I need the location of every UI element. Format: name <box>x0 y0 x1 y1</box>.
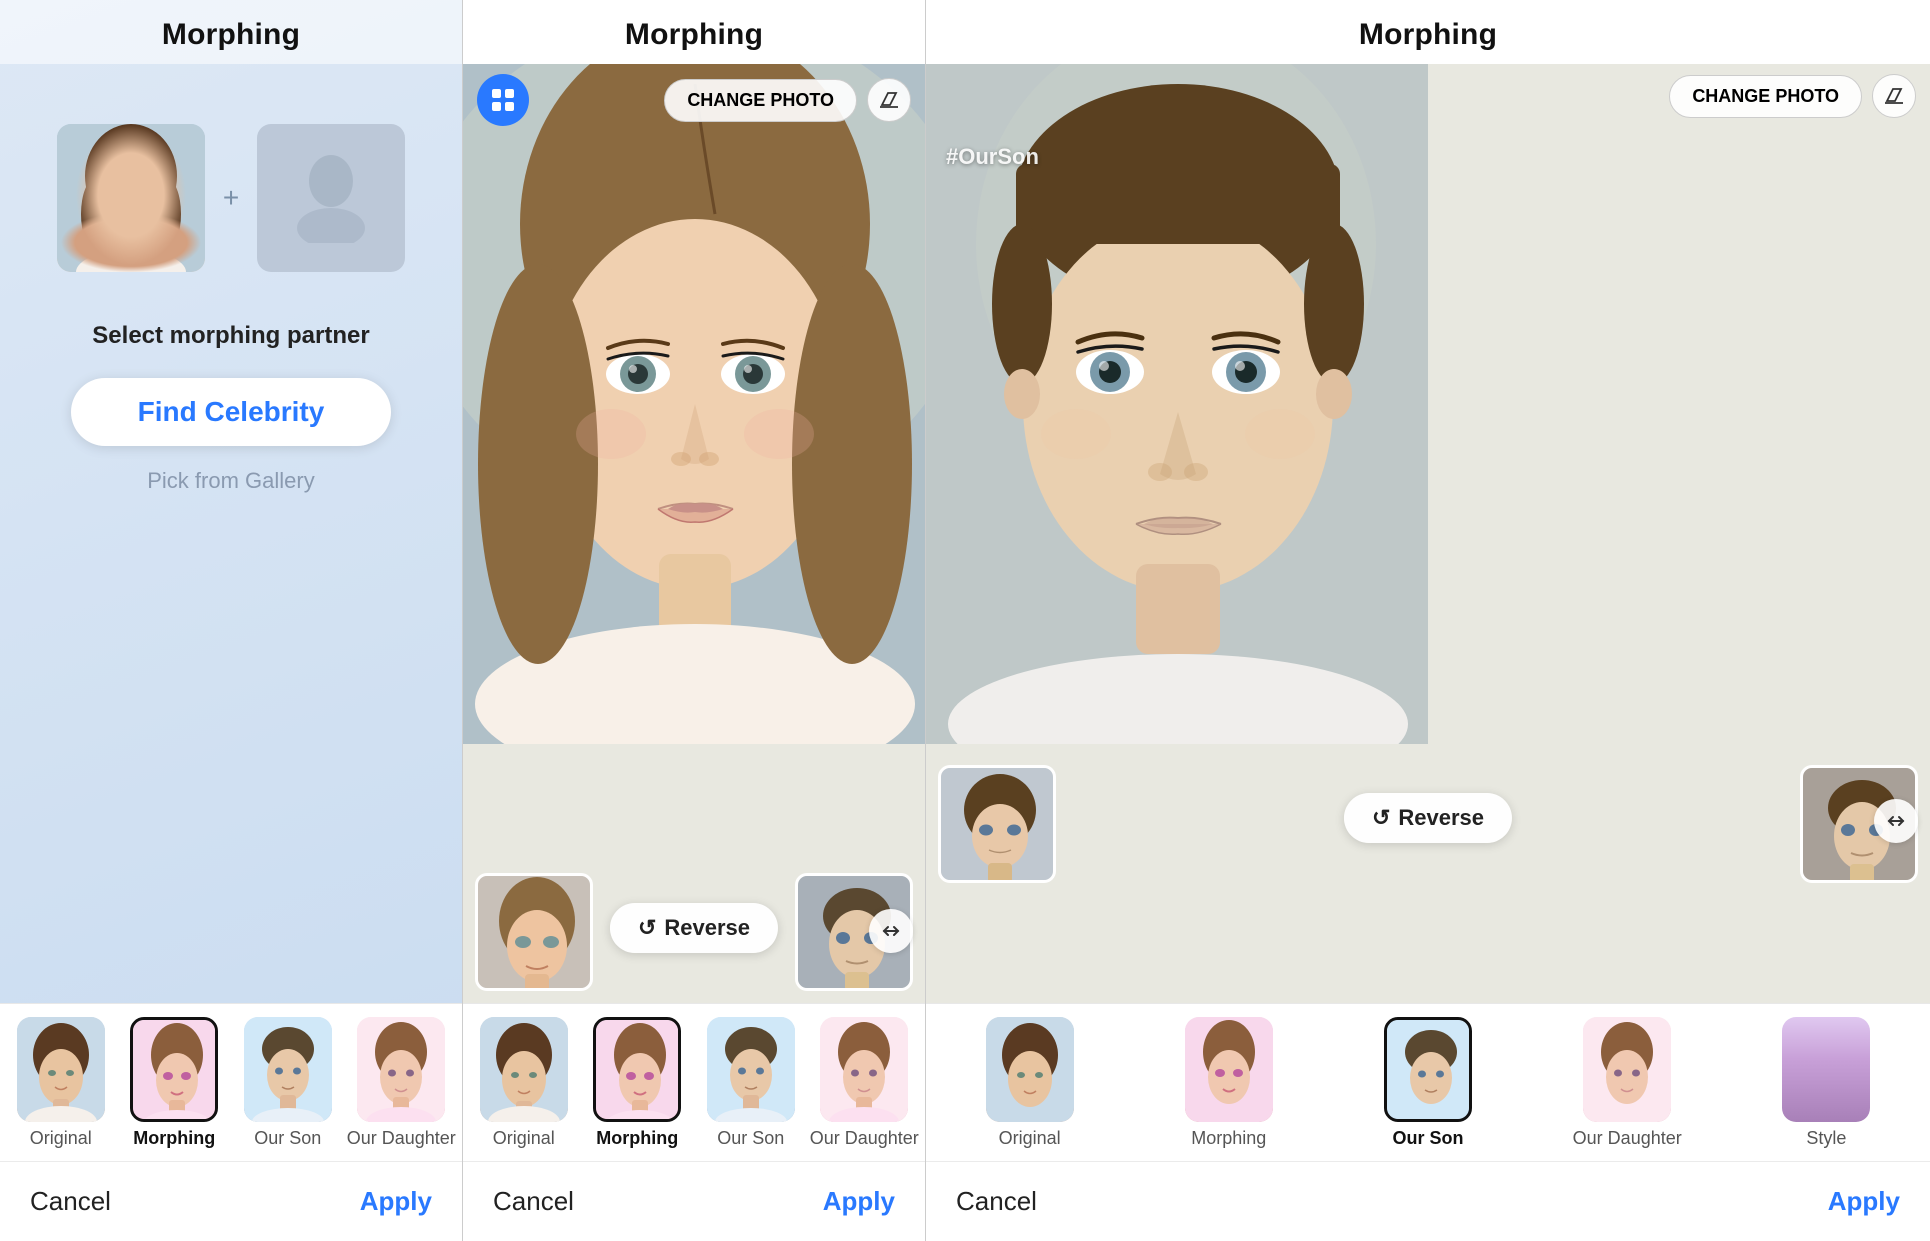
panel-2-top-bar: CHANGE PHOTO <box>463 64 925 136</box>
tab-morphing-p1[interactable]: Morphing <box>118 1004 232 1161</box>
tab-label-original-p1: Original <box>30 1128 92 1149</box>
panel-1-tabs: Original Morphing <box>0 1003 462 1161</box>
grid-icon-button[interactable] <box>477 74 529 126</box>
tab-label-style-p3l: Style <box>1806 1128 1846 1149</box>
expand-button-p2[interactable] <box>869 909 913 953</box>
sub-panel-left-bottom-bar: Cancel Apply <box>926 1161 1930 1241</box>
erase-icon-button-p2[interactable] <box>867 78 911 122</box>
sub-panel-left: Morphing CHANGE PHOTO <box>926 0 1930 1241</box>
reverse-button-p3l[interactable]: ↺ Reverse <box>1344 793 1512 843</box>
photo-pair: + <box>57 124 405 272</box>
tab-label-ourdaughter-p3l: Our Daughter <box>1573 1128 1682 1149</box>
tab-label-morphing-p2: Morphing <box>596 1128 678 1149</box>
top-bar-right-p2: CHANGE PHOTO <box>664 78 911 122</box>
reverse-label-p3l: Reverse <box>1398 805 1484 831</box>
panel-1: Morphing <box>0 0 463 1241</box>
tab-morphing-p2[interactable]: Morphing <box>581 1004 695 1161</box>
panel-2-bottom-bar: Cancel Apply <box>463 1161 925 1241</box>
tab-thumb-ourdaughter-p1 <box>357 1017 445 1122</box>
tab-thumb-morphing-p3l <box>1185 1017 1273 1122</box>
tab-label-morphing-p1: Morphing <box>133 1128 215 1149</box>
tab-ourdaughter-p3l[interactable]: Our Daughter <box>1528 1004 1727 1161</box>
tab-ourson-p2[interactable]: Our Son <box>694 1004 808 1161</box>
sub-panel-left-tabs: Original Morphing <box>926 1003 1930 1161</box>
panel-3: Morphing CHANGE PHOTO <box>926 0 1930 1241</box>
tab-thumb-original-p2 <box>480 1017 568 1122</box>
tab-style-p3l[interactable]: Style <box>1727 1004 1926 1161</box>
tab-thumb-style-p3l <box>1782 1017 1870 1122</box>
reverse-label-p2: Reverse <box>664 915 750 941</box>
reverse-icon-p2: ↺ <box>638 915 656 941</box>
tab-label-original-p3l: Original <box>999 1128 1061 1149</box>
panel-1-content: + Select morphing partner Find Celebrity… <box>0 64 462 1003</box>
tab-thumb-ourson-p3l <box>1384 1017 1472 1122</box>
panel-2-image-area: CHANGE PHOTO <box>463 64 925 1003</box>
apply-button-p3l[interactable]: Apply <box>1828 1186 1900 1217</box>
reverse-button-p2[interactable]: ↺ Reverse <box>610 903 778 953</box>
tab-thumb-morphing-p1 <box>130 1017 218 1122</box>
partner-photo-placeholder[interactable] <box>257 124 405 272</box>
panel-1-bottom-bar: Cancel Apply <box>0 1161 462 1241</box>
erase-icon-button-p3l[interactable] <box>1872 74 1916 118</box>
cancel-button-p2[interactable]: Cancel <box>493 1186 574 1217</box>
tab-ourson-p1[interactable]: Our Son <box>231 1004 345 1161</box>
hashtag-label-p3l: #OurSon <box>946 144 1039 170</box>
pick-gallery-button[interactable]: Pick from Gallery <box>147 468 314 494</box>
find-celebrity-button[interactable]: Find Celebrity <box>71 378 391 446</box>
apply-button-p1[interactable]: Apply <box>360 1186 432 1217</box>
cancel-button-p3l[interactable]: Cancel <box>956 1186 1037 1217</box>
reverse-icon-p3l: ↺ <box>1372 805 1390 831</box>
tab-ourdaughter-p2[interactable]: Our Daughter <box>808 1004 922 1161</box>
select-partner-label: Select morphing partner <box>92 322 369 350</box>
panel-3-inner: Morphing CHANGE PHOTO <box>926 0 1930 1241</box>
expand-button-p3l[interactable] <box>1874 799 1918 843</box>
tab-label-ourdaughter-p1: Our Daughter <box>347 1128 456 1149</box>
tab-thumb-ourdaughter-p3l <box>1583 1017 1671 1122</box>
sub-panel-left-title: Morphing <box>926 0 1930 64</box>
tab-label-ourson-p1: Our Son <box>254 1128 321 1149</box>
change-photo-button-p2[interactable]: CHANGE PHOTO <box>664 79 857 122</box>
change-photo-button-p3l[interactable]: CHANGE PHOTO <box>1669 75 1862 118</box>
tab-label-ourson-p3l: Our Son <box>1393 1128 1464 1149</box>
tab-thumb-ourdaughter-p2 <box>820 1017 908 1122</box>
source-photo[interactable] <box>57 124 205 272</box>
apply-button-p2[interactable]: Apply <box>823 1186 895 1217</box>
panel-2-tabs: Original Morphing <box>463 1003 925 1161</box>
tab-label-original-p2: Original <box>493 1128 555 1149</box>
sub-panel-left-image: CHANGE PHOTO #OurSon <box>926 64 1930 1003</box>
tab-original-p1[interactable]: Original <box>4 1004 118 1161</box>
plus-divider: + <box>223 182 239 214</box>
panel-2-title: Morphing <box>463 0 925 64</box>
tab-thumb-original <box>17 1017 105 1122</box>
tab-original-p3l[interactable]: Original <box>930 1004 1129 1161</box>
tab-ourdaughter-p1[interactable]: Our Daughter <box>345 1004 459 1161</box>
tab-thumb-original-p3l <box>986 1017 1074 1122</box>
overlay-thumb-left-p2[interactable] <box>475 873 593 991</box>
tab-label-morphing-p3l: Morphing <box>1191 1128 1266 1149</box>
sub-panel-left-top-bar: CHANGE PHOTO <box>926 64 1930 128</box>
panel-2: Morphing CHANGE PHOTO <box>463 0 926 1241</box>
overlay-thumb-left-p3l[interactable] <box>938 765 1056 883</box>
top-bar-right-p3l: CHANGE PHOTO <box>1669 74 1916 118</box>
panel-1-title: Morphing <box>0 0 462 64</box>
main-face-p2: ↺ Reverse <box>463 64 925 1003</box>
tab-thumb-morphing-p2 <box>593 1017 681 1122</box>
cancel-button-p1[interactable]: Cancel <box>30 1186 111 1217</box>
tab-thumb-ourson-p1 <box>244 1017 332 1122</box>
tab-thumb-ourson-p2 <box>707 1017 795 1122</box>
tab-original-p2[interactable]: Original <box>467 1004 581 1161</box>
tab-ourson-p3l[interactable]: Our Son <box>1328 1004 1527 1161</box>
tab-label-ourson-p2: Our Son <box>717 1128 784 1149</box>
tab-morphing-p3l[interactable]: Morphing <box>1129 1004 1328 1161</box>
tab-label-ourdaughter-p2: Our Daughter <box>810 1128 919 1149</box>
